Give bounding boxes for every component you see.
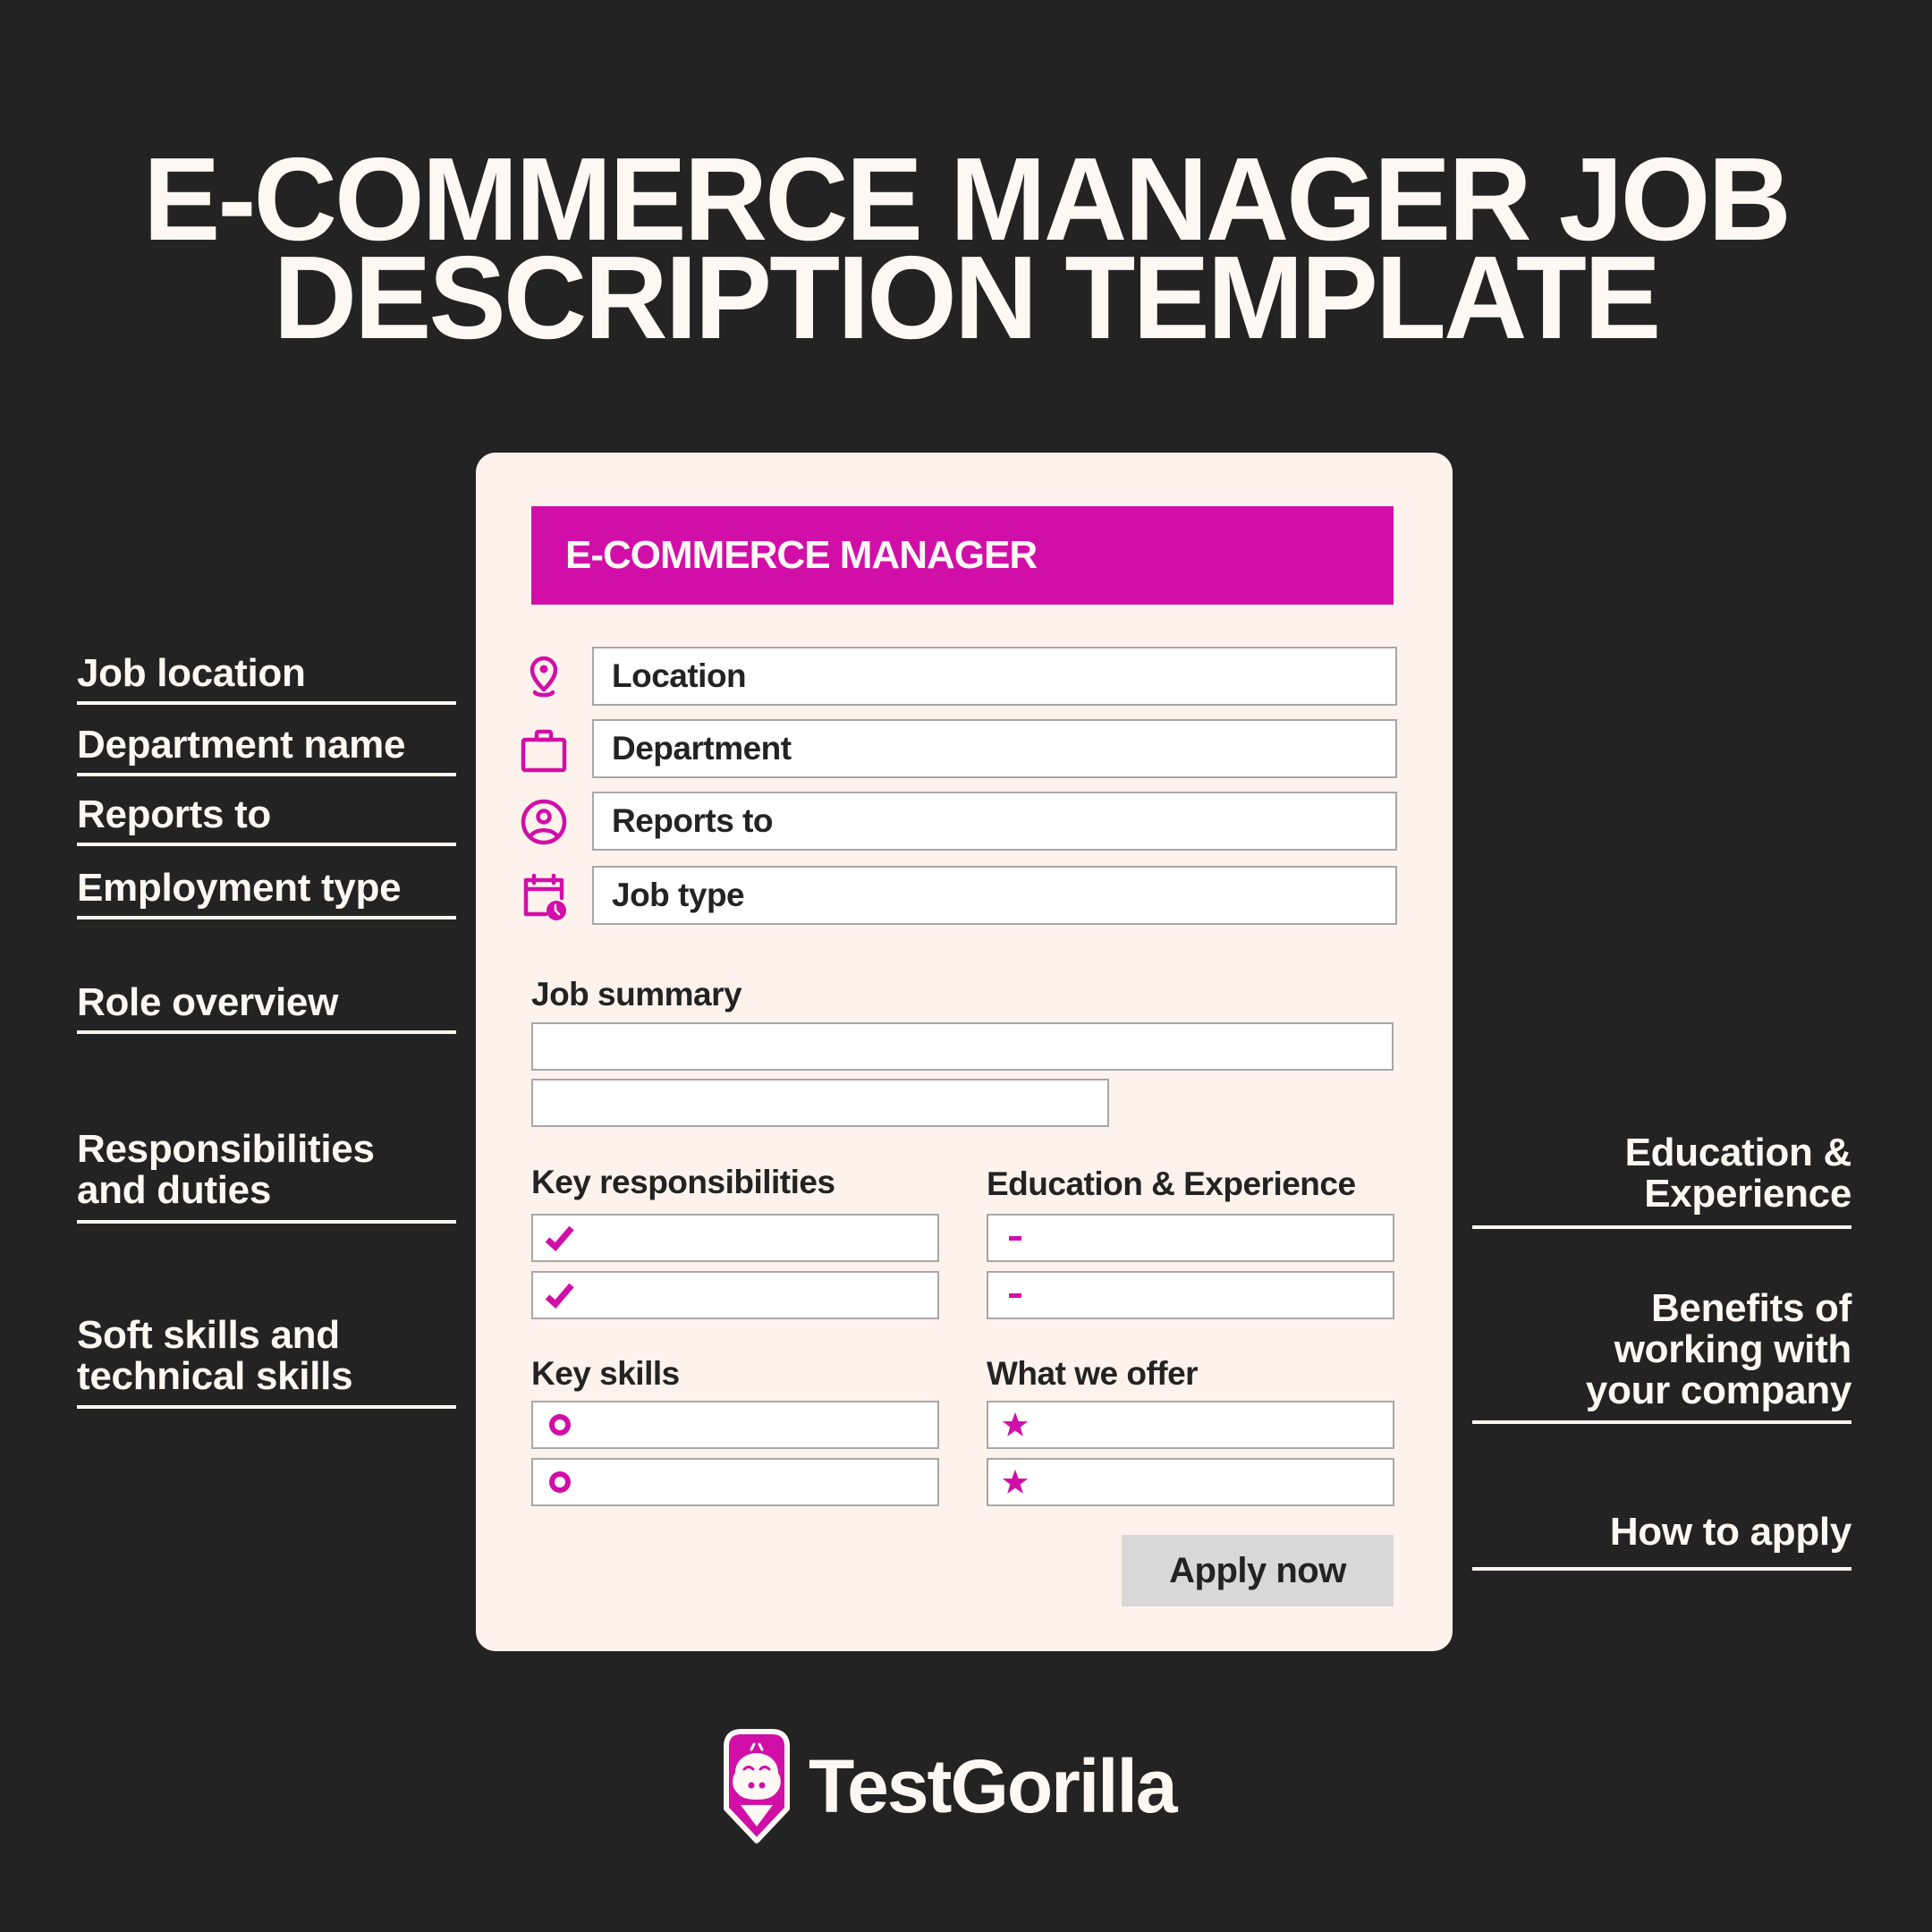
annotation-text: How to apply: [1609, 1510, 1852, 1554]
annotation-text: Employment type: [77, 866, 402, 910]
annotation-line: [77, 773, 456, 776]
job-summary-line-2[interactable]: [531, 1079, 1109, 1127]
title-line-2: DESCRIPTION TEMPLATE: [273, 232, 1662, 363]
annotation-how-to-apply: How to apply: [1610, 1512, 1852, 1553]
field-value: Location: [612, 657, 747, 694]
annotation-line: [77, 1220, 456, 1224]
annotation-text: and duties: [77, 1168, 272, 1212]
job-summary-line-1[interactable]: [531, 1022, 1394, 1071]
job-summary-label: Job summary: [531, 976, 742, 1013]
annotation-line: [1472, 1567, 1852, 1571]
annotation-text: Reports to: [77, 792, 272, 836]
annotation-responsibilities: Responsibilities and duties: [77, 1129, 375, 1211]
skill-item[interactable]: [531, 1458, 939, 1506]
star-icon: [999, 1466, 1031, 1498]
gorilla-logo-icon: [724, 1729, 790, 1843]
annotation-line: [77, 1405, 456, 1409]
star-icon: [999, 1409, 1031, 1441]
dash-icon: [999, 1222, 1031, 1254]
job-type-row: Job type: [519, 866, 1397, 925]
education-item[interactable]: [987, 1271, 1394, 1319]
testgorilla-logo: TestGorilla: [717, 1726, 1178, 1847]
annotation-line: [1472, 1225, 1852, 1229]
user-circle-icon: [519, 797, 569, 847]
ring-icon: [544, 1409, 576, 1441]
skill-item[interactable]: [531, 1401, 939, 1449]
annotation-text: technical skills: [77, 1354, 353, 1398]
location-pin-icon: [519, 652, 569, 702]
offer-item[interactable]: [987, 1458, 1394, 1506]
annotation-job-location: Job location: [77, 653, 306, 694]
page-title: E-COMMERCE MANAGER JOB DESCRIPTION TEMPL…: [20, 140, 1913, 363]
key-responsibilities-label: Key responsibilities: [531, 1164, 835, 1200]
annotation-department-name: Department name: [77, 724, 405, 766]
apply-now-button[interactable]: Apply now: [1122, 1535, 1394, 1606]
annotation-skills: Soft skills and technical skills: [77, 1313, 353, 1398]
annotation-line: [1472, 1420, 1852, 1424]
checkmark-icon: [544, 1222, 576, 1254]
annotation-text: Benefits of: [1650, 1286, 1852, 1330]
annotation-text: working with: [1614, 1327, 1852, 1371]
education-experience-label: Education & Experience: [987, 1165, 1356, 1202]
annotation-line: [77, 701, 456, 705]
annotation-employment-type: Employment type: [77, 866, 402, 910]
annotation-text: Education &: [1624, 1131, 1852, 1174]
location-field[interactable]: Location: [592, 647, 1397, 706]
annotation-education-experience: Education & Experience: [1625, 1132, 1852, 1215]
annotation-text: Experience: [1644, 1172, 1852, 1216]
offer-item[interactable]: [987, 1401, 1394, 1449]
annotation-line: [77, 916, 456, 919]
annotation-text: Role overview: [77, 980, 339, 1024]
reports-to-field[interactable]: Reports to: [592, 792, 1397, 851]
annotation-role-overview: Role overview: [77, 982, 338, 1023]
briefcase-icon: [519, 724, 569, 775]
annotation-text: your company: [1585, 1368, 1852, 1412]
annotation-reports-to: Reports to: [77, 794, 271, 835]
dash-icon: [999, 1279, 1031, 1311]
checkmark-icon: [544, 1279, 576, 1311]
annotation-text: Soft skills and: [77, 1313, 340, 1357]
education-item[interactable]: [987, 1214, 1394, 1262]
annotation-text: Department name: [77, 723, 406, 767]
annotation-text: Responsibilities: [77, 1127, 375, 1171]
annotation-text: Job location: [77, 651, 306, 695]
job-title-banner: E-COMMERCE MANAGER: [531, 506, 1394, 605]
field-value: Job type: [612, 877, 745, 913]
responsibility-item[interactable]: [531, 1271, 939, 1319]
job-type-field[interactable]: Job type: [592, 866, 1397, 925]
what-we-offer-label: What we offer: [987, 1355, 1199, 1392]
annotation-benefits: Benefits of working with your company: [1586, 1288, 1852, 1411]
field-value: Reports to: [612, 802, 774, 839]
annotation-line: [77, 843, 456, 846]
field-value: Department: [612, 730, 792, 767]
responsibility-item[interactable]: [531, 1214, 939, 1262]
department-row: Department: [519, 719, 1397, 778]
key-skills-label: Key skills: [531, 1355, 680, 1392]
job-description-card: E-COMMERCE MANAGER Location Department R…: [476, 453, 1453, 1651]
job-title: E-COMMERCE MANAGER: [565, 533, 1038, 577]
department-field[interactable]: Department: [592, 719, 1397, 778]
calendar-clock-icon: [519, 871, 569, 921]
brand-name: TestGorilla: [809, 1744, 1178, 1828]
reports-to-row: Reports to: [519, 792, 1397, 851]
location-row: Location: [519, 647, 1397, 706]
ring-icon: [544, 1466, 576, 1498]
annotation-line: [77, 1030, 456, 1034]
